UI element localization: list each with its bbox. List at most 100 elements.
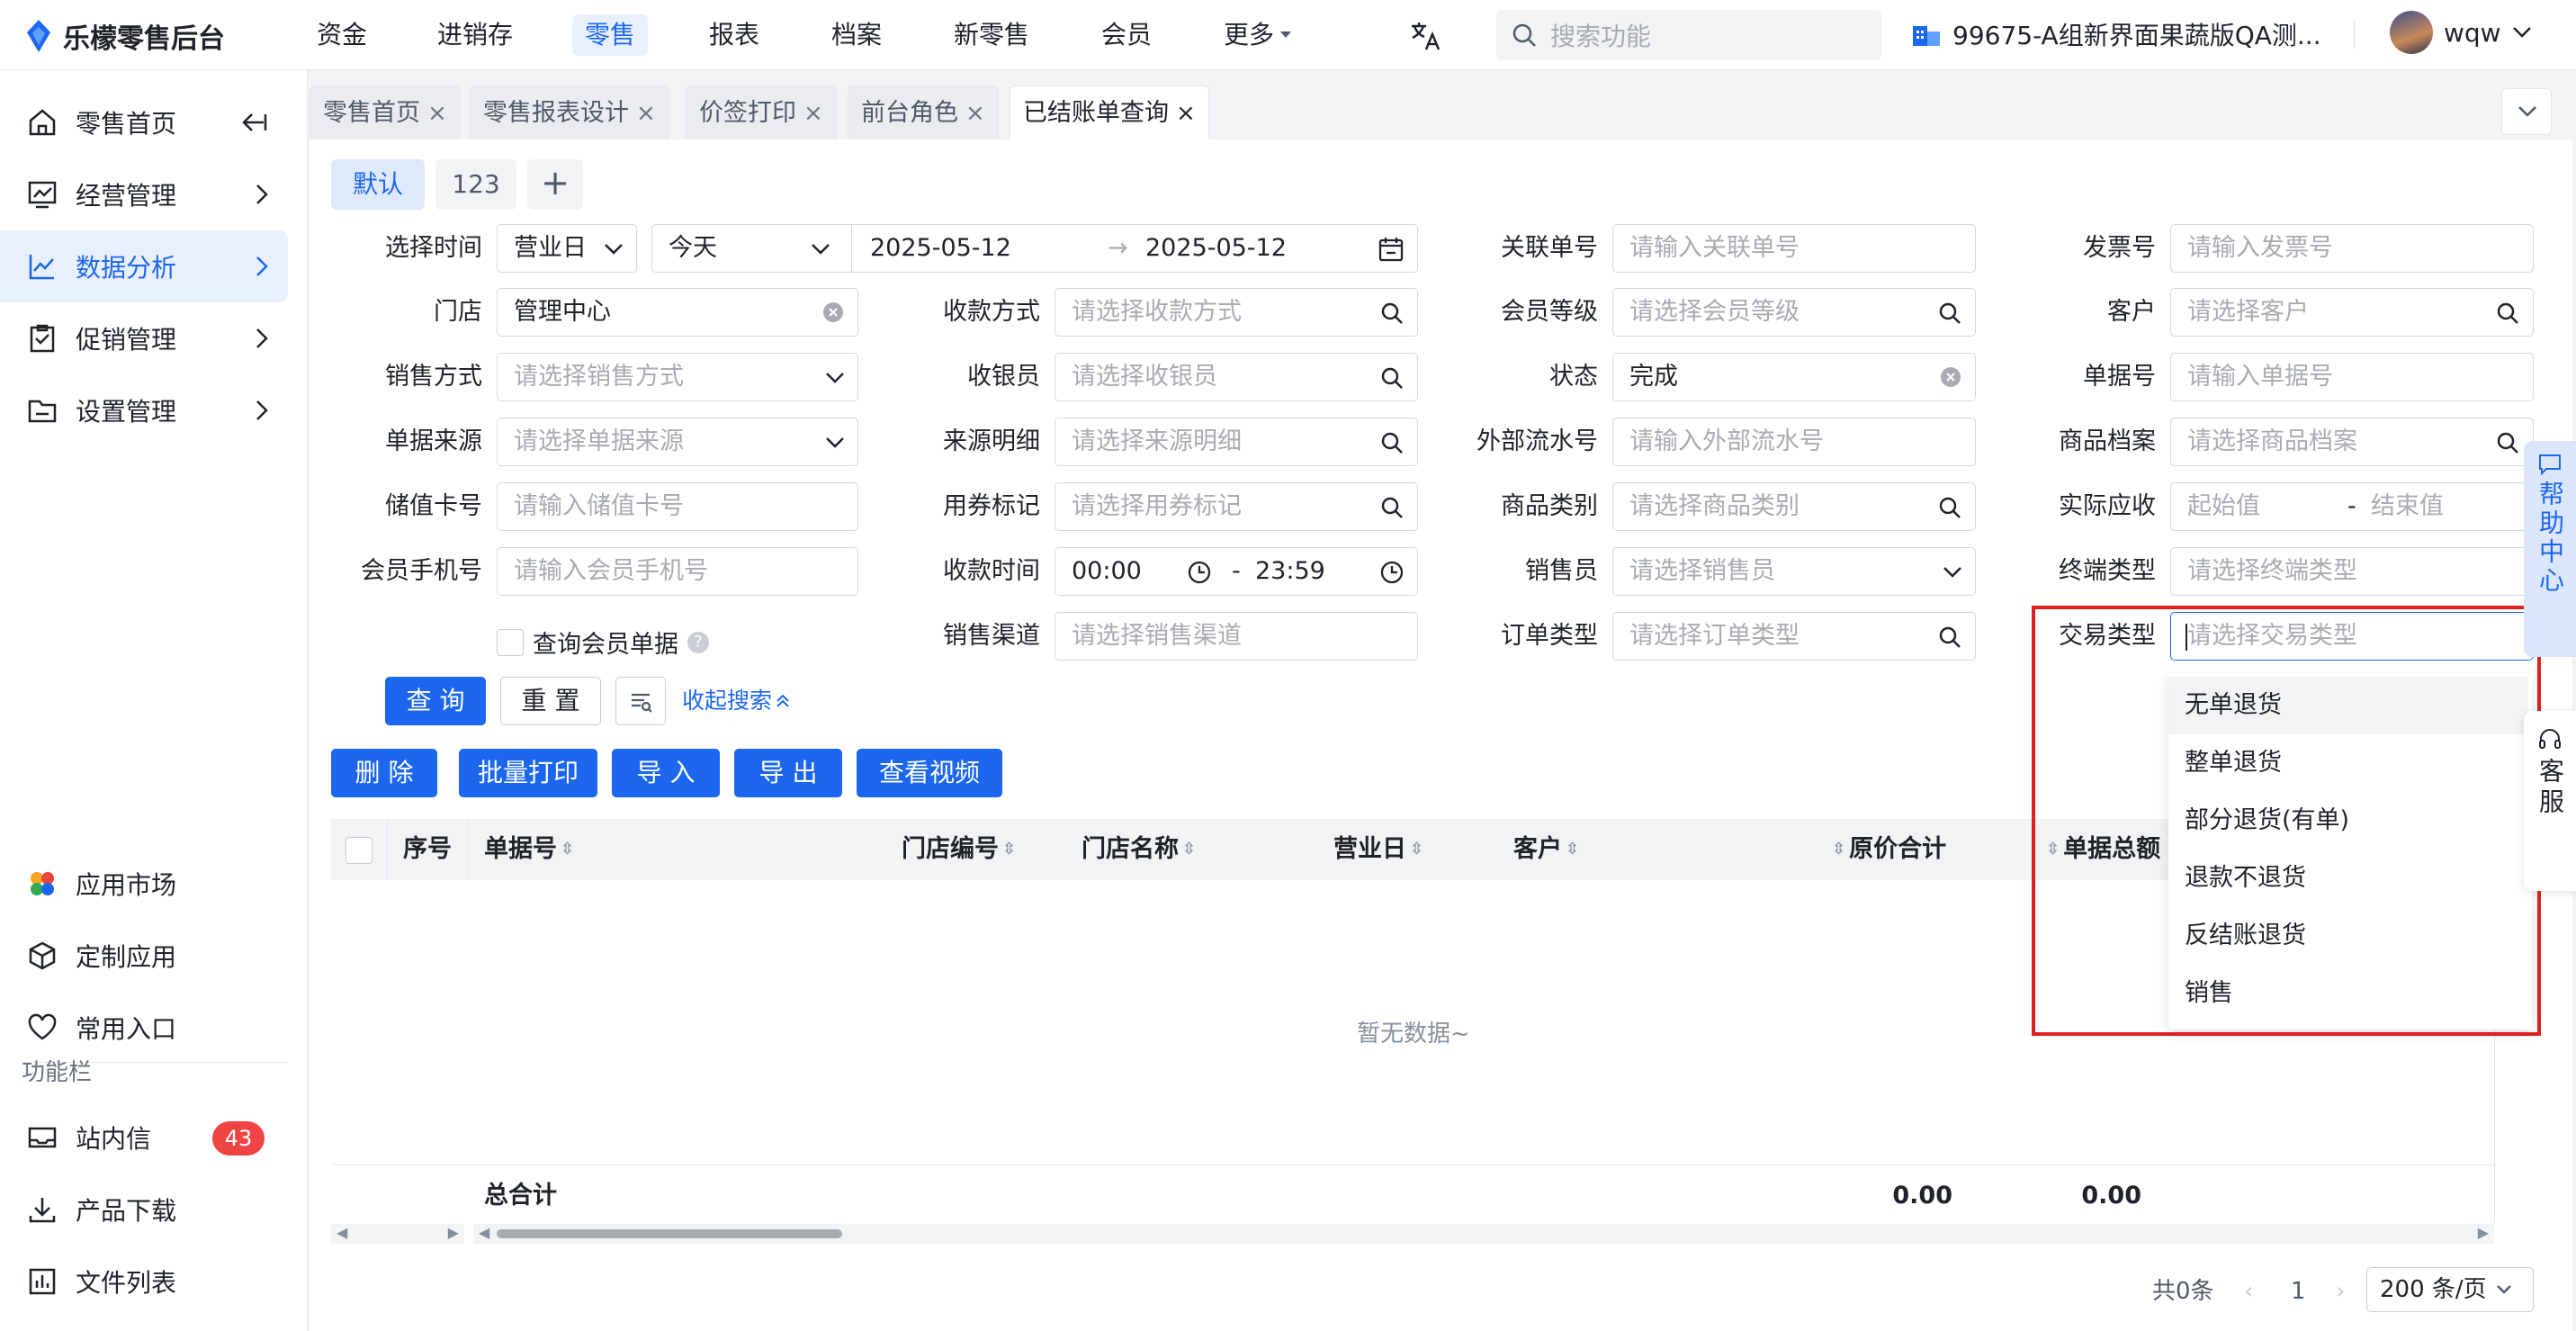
import-button[interactable]: 导 入 [612, 749, 720, 797]
close-icon[interactable]: × [1176, 88, 1196, 139]
nav-more[interactable]: 更多 [1211, 14, 1305, 56]
customer-service-float[interactable]: 客服 [2524, 711, 2576, 891]
member-level-select[interactable]: 请选择会员等级 [1612, 288, 1976, 337]
related-no-input[interactable]: 请输入关联单号 [1612, 224, 1976, 273]
receivable-range[interactable]: 起始值 - 结束值 [2170, 482, 2534, 531]
sidebar-item-operation[interactable]: 经营管理 [0, 158, 288, 230]
nav-inventory[interactable]: 进销存 [425, 14, 525, 56]
sort-icon[interactable]: ⇳ [1566, 819, 1579, 880]
sort-icon[interactable]: ⇳ [561, 819, 574, 880]
member-doc-checkbox[interactable]: 查询会员单据 ? [497, 625, 709, 660]
calendar-icon[interactable] [1378, 236, 1405, 263]
scroll-left-icon[interactable]: ◀ [479, 1224, 489, 1241]
sidebar-item-data-analysis[interactable]: 数据分析 [0, 230, 288, 302]
query-button[interactable]: 查 询 [385, 677, 486, 725]
nav-new-retail[interactable]: 新零售 [941, 14, 1042, 56]
stored-card-input[interactable]: 请输入储值卡号 [497, 482, 858, 531]
org-selector[interactable]: 99675-A组新界面果蔬版QA测... [1911, 16, 2321, 52]
store-select[interactable]: 管理中心 [497, 288, 858, 337]
col-business-day[interactable]: 营业日 ⇳ [1333, 819, 1423, 880]
scroll-right-icon[interactable]: ▶ [448, 1224, 459, 1241]
doc-no-input[interactable]: 请输入单据号 [2170, 353, 2534, 401]
pay-time-end[interactable]: 23:59 [1255, 548, 1325, 595]
function-search-input[interactable]: 搜索功能 [1496, 10, 1881, 60]
current-page[interactable]: 1 [2291, 1267, 2306, 1316]
add-scheme-button[interactable]: + [527, 159, 583, 210]
sort-icon[interactable]: ⇳ [1002, 819, 1016, 880]
checkbox[interactable] [497, 628, 524, 656]
time-type-select[interactable]: 营业日 [497, 224, 637, 273]
date-range-picker[interactable]: 今天 2025-05-12 → 2025-05-12 [651, 224, 1418, 273]
sidebar-file-list[interactable]: 文件列表 [0, 1246, 288, 1318]
date-start[interactable]: 2025-05-12 [870, 225, 1011, 272]
nav-archives[interactable]: 档案 [819, 14, 894, 56]
col-original-total[interactable]: ⇳ 原价合计 [1832, 819, 1946, 880]
doc-source-select[interactable]: 请选择单据来源 [497, 418, 858, 466]
sort-icon[interactable]: ⇳ [1832, 819, 1845, 880]
filter-settings-button[interactable] [615, 677, 666, 725]
col-store-code[interactable]: 门店编号 ⇳ [902, 819, 1016, 880]
source-detail-select[interactable]: 请选择来源明细 [1055, 418, 1418, 466]
nav-reports[interactable]: 报表 [696, 14, 772, 56]
product-select[interactable]: 请选择商品档案 [2170, 418, 2534, 466]
sort-icon[interactable]: ⇳ [1410, 819, 1423, 880]
pay-time-start[interactable]: 00:00 [1072, 557, 1142, 585]
cashier-select[interactable]: 请选择收银员 [1055, 353, 1418, 401]
tab-price-tag[interactable]: 价签打印 × [686, 85, 837, 139]
tab-report-design[interactable]: 零售报表设计 × [470, 85, 669, 139]
close-icon[interactable]: × [427, 88, 447, 139]
date-end[interactable]: 2025-05-12 [1145, 225, 1287, 272]
col-store-name[interactable]: 门店名称 ⇳ [1082, 819, 1196, 880]
horizontal-scrollbar[interactable]: ◀ ▶ [473, 1224, 2494, 1244]
page-size-select[interactable]: 200 条/页 [2366, 1267, 2534, 1312]
nav-retail[interactable]: 零售 [572, 14, 649, 56]
view-video-button[interactable]: 查看视频 [857, 749, 1002, 797]
export-button[interactable]: 导 出 [734, 749, 842, 797]
select-all-checkbox[interactable] [346, 837, 372, 864]
tab-retail-home[interactable]: 零售首页 × [310, 85, 461, 139]
delete-button[interactable]: 删 除 [331, 749, 437, 797]
sidebar-downloads[interactable]: 产品下载 [0, 1174, 288, 1246]
invoice-input[interactable]: 请输入发票号 [2170, 224, 2534, 273]
batch-print-button[interactable]: 批量打印 [459, 749, 597, 797]
collapse-search-link[interactable]: 收起搜索 [682, 677, 790, 725]
close-icon[interactable]: × [636, 88, 656, 139]
prev-page-icon[interactable]: ‹ [2244, 1267, 2253, 1316]
app-logo[interactable]: 乐檬零售后台 [25, 16, 225, 56]
category-select[interactable]: 请选择商品类别 [1612, 482, 1976, 531]
scheme-tab-123[interactable]: 123 [435, 159, 516, 210]
order-type-select[interactable]: 请选择订单类型 [1612, 612, 1976, 661]
col-doc-no[interactable]: 单据号 ⇳ [484, 819, 574, 880]
collapse-sidebar-icon[interactable] [241, 112, 268, 133]
col-customer[interactable]: 客户 ⇳ [1513, 819, 1579, 880]
sale-mode-select[interactable]: 请选择销售方式 [497, 353, 858, 401]
scroll-right-icon[interactable]: ▶ [2478, 1224, 2489, 1241]
close-icon[interactable]: × [965, 88, 985, 139]
help-center-float[interactable]: 帮助中心 [2524, 441, 2576, 657]
receivable-end-placeholder[interactable]: 结束值 [2371, 483, 2444, 530]
coupon-select[interactable]: 请选择用券标记 [1055, 482, 1418, 531]
pay-time-range[interactable]: 00:00 - 23:59 [1055, 547, 1418, 596]
status-select[interactable]: 完成 [1612, 353, 1976, 401]
sidebar-item-retail-home[interactable]: 零售首页 [0, 86, 288, 158]
ext-flow-input[interactable]: 请输入外部流水号 [1612, 418, 1976, 466]
reset-button[interactable]: 重 置 [500, 677, 601, 725]
sidebar-app-market[interactable]: 应用市场 [0, 848, 288, 920]
sidebar-item-settings[interactable]: 设置管理 [0, 374, 288, 446]
scroll-left-icon[interactable]: ◀ [337, 1224, 347, 1241]
sidebar-messages[interactable]: 站内信 43 [0, 1102, 288, 1174]
nav-funds[interactable]: 资金 [304, 14, 380, 56]
scheme-tab-default[interactable]: 默认 [331, 159, 425, 210]
next-page-icon[interactable]: › [2336, 1267, 2345, 1316]
nav-member[interactable]: 会员 [1089, 14, 1164, 56]
channel-input[interactable]: 请选择销售渠道 [1055, 612, 1418, 661]
sidebar-item-promotion[interactable]: 促销管理 [0, 302, 288, 374]
translate-icon[interactable] [1409, 20, 1441, 52]
tab-closed-bill-query[interactable]: 已结账单查询 × [1010, 85, 1209, 139]
left-scrollbar[interactable]: ◀ ▶ [331, 1224, 464, 1244]
salesman-select[interactable]: 请选择销售员 [1612, 547, 1976, 596]
pay-method-select[interactable]: 请选择收款方式 [1055, 288, 1418, 337]
clear-icon[interactable] [821, 301, 845, 324]
sidebar-custom-app[interactable]: 定制应用 [0, 920, 288, 992]
tabs-menu-button[interactable] [2501, 88, 2552, 135]
